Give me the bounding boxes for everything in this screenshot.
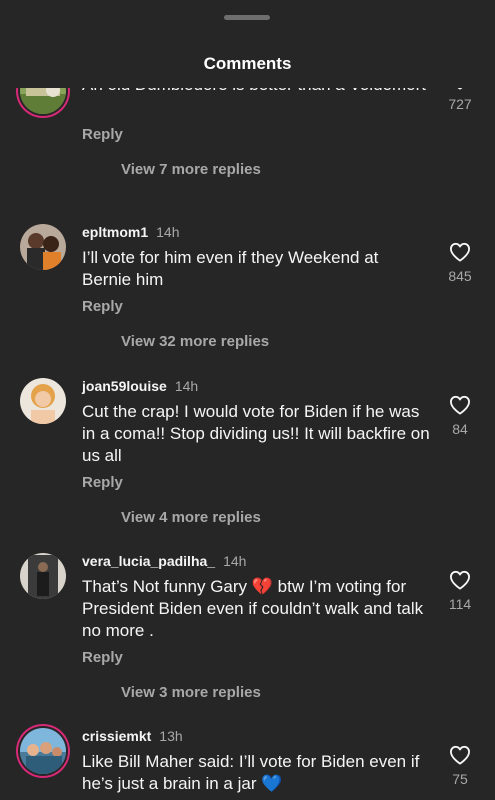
comment-text: I’ll vote for him even if they Weekend a…	[82, 248, 379, 289]
heart-icon	[457, 88, 463, 90]
like-button[interactable]: 727	[440, 88, 480, 112]
heart-icon	[449, 395, 470, 415]
like-count: 75	[452, 771, 468, 787]
heart-icon	[449, 242, 470, 262]
reply-button[interactable]: Reply	[82, 474, 123, 491]
like-count: 845	[448, 268, 472, 284]
like-count: 114	[448, 596, 472, 612]
heart-icon	[449, 745, 470, 765]
timestamp: 13h	[159, 728, 183, 744]
comment-text: Cut the crap! I would vote for Biden if …	[82, 402, 430, 465]
comment-text: That’s Not funny Gary 💔 btw I’m voting f…	[82, 576, 432, 642]
comment-meta: joan59louise 14h	[82, 377, 198, 395]
like-count: 84	[452, 421, 468, 437]
view-more-replies-button[interactable]: View 4 more replies	[121, 509, 261, 526]
like-button[interactable]: 75	[440, 745, 480, 787]
view-more-replies-button[interactable]: View 3 more replies	[121, 684, 261, 701]
reply-button[interactable]: Reply	[82, 298, 123, 315]
username[interactable]: joan59louise	[82, 378, 167, 394]
username[interactable]: epltmom1	[82, 224, 148, 240]
page-title: Comments	[203, 54, 292, 73]
comments-sheet: Comments An old Dumbledore is better tha…	[0, 0, 495, 800]
avatar[interactable]	[20, 728, 66, 774]
avatar[interactable]	[20, 88, 66, 114]
comment-text-part: Like Bill Maher said: I’ll vote for Bide…	[82, 752, 420, 793]
like-count: 727	[448, 96, 472, 112]
comment-meta: crissiemkt 13h	[82, 727, 183, 745]
timestamp: 14h	[156, 224, 180, 240]
comment-list[interactable]: An old Dumbledore is better than a Volde…	[0, 88, 495, 800]
avatar[interactable]	[20, 553, 66, 599]
heart-icon	[449, 570, 470, 590]
avatar[interactable]	[20, 224, 66, 270]
blue-heart-icon: 💙	[261, 774, 283, 794]
broken-heart-icon: 💔	[251, 577, 273, 597]
timestamp: 14h	[174, 378, 199, 394]
like-button[interactable]: 845	[440, 242, 480, 284]
username[interactable]: crissiemkt	[82, 728, 151, 744]
comment-text-part: That’s Not funny Gary	[82, 577, 252, 596]
comment-meta: vera_lucia_padilha_ 14h	[82, 552, 246, 570]
drag-handle[interactable]	[224, 15, 270, 20]
reply-button[interactable]: Reply	[82, 649, 123, 666]
like-button[interactable]: 114	[440, 570, 480, 612]
comment-text: Like Bill Maher said: I’ll vote for Bide…	[82, 751, 432, 795]
view-more-replies-button[interactable]: View 32 more replies	[121, 333, 269, 350]
comment-meta: epltmom1 14h	[82, 223, 179, 241]
avatar[interactable]	[20, 378, 66, 424]
comment-text: An old Dumbledore is better than a Volde…	[82, 88, 432, 96]
username[interactable]: vera_lucia_padilha_	[82, 553, 215, 569]
reply-button[interactable]: Reply	[82, 126, 123, 143]
timestamp: 14h	[223, 553, 247, 569]
view-more-replies-button[interactable]: View 7 more replies	[121, 161, 261, 178]
like-button[interactable]: 84	[440, 395, 480, 437]
